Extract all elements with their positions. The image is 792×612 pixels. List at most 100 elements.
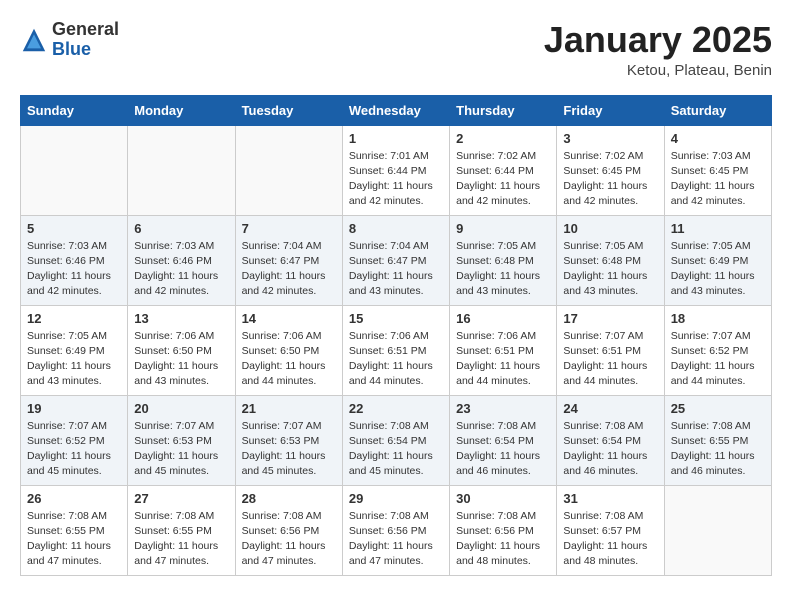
logo: General Blue: [20, 20, 119, 60]
day-info: Sunrise: 7:07 AM Sunset: 6:53 PM Dayligh…: [134, 419, 228, 480]
calendar-cell: 20 Sunrise: 7:07 AM Sunset: 6:53 PM Dayli…: [128, 395, 235, 485]
day-info: Sunrise: 7:06 AM Sunset: 6:50 PM Dayligh…: [134, 329, 228, 390]
calendar-cell: 28 Sunrise: 7:08 AM Sunset: 6:56 PM Dayli…: [235, 485, 342, 575]
day-info: Sunrise: 7:07 AM Sunset: 6:53 PM Dayligh…: [242, 419, 336, 480]
calendar-cell: 31Sunrise: 7:08 AM Sunset: 6:57 PM Dayli…: [557, 485, 664, 575]
calendar-cell: 4 Sunrise: 7:03 AM Sunset: 6:45 PM Daylig…: [664, 125, 771, 215]
week-row-4: 19 Sunrise: 7:07 AM Sunset: 6:52 PM Dayli…: [21, 395, 772, 485]
weekday-header-thursday: Thursday: [450, 95, 557, 125]
day-info: Sunrise: 7:01 AM Sunset: 6:44 PM Dayligh…: [349, 149, 443, 210]
day-number: 15: [349, 311, 443, 326]
day-number: 27: [134, 491, 228, 506]
day-info: Sunrise: 7:05 AM Sunset: 6:49 PM Dayligh…: [671, 239, 765, 300]
calendar-cell: 27 Sunrise: 7:08 AM Sunset: 6:55 PM Dayli…: [128, 485, 235, 575]
logo-text: General Blue: [52, 20, 119, 60]
calendar-cell: [235, 125, 342, 215]
day-info: Sunrise: 7:08 AM Sunset: 6:55 PM Dayligh…: [134, 509, 228, 570]
day-info: Sunrise: 7:03 AM Sunset: 6:46 PM Dayligh…: [134, 239, 228, 300]
calendar-cell: 21 Sunrise: 7:07 AM Sunset: 6:53 PM Dayli…: [235, 395, 342, 485]
calendar-cell: 15Sunrise: 7:06 AM Sunset: 6:51 PM Dayli…: [342, 305, 449, 395]
day-number: 22: [349, 401, 443, 416]
day-info: Sunrise: 7:02 AM Sunset: 6:44 PM Dayligh…: [456, 149, 550, 210]
calendar-cell: 3Sunrise: 7:02 AM Sunset: 6:45 PM Daylig…: [557, 125, 664, 215]
day-number: 21: [242, 401, 336, 416]
day-info: Sunrise: 7:03 AM Sunset: 6:46 PM Dayligh…: [27, 239, 121, 300]
calendar-cell: 19 Sunrise: 7:07 AM Sunset: 6:52 PM Dayli…: [21, 395, 128, 485]
calendar-cell: 30Sunrise: 7:08 AM Sunset: 6:56 PM Dayli…: [450, 485, 557, 575]
calendar-cell: 1 Sunrise: 7:01 AM Sunset: 6:44 PM Daylig…: [342, 125, 449, 215]
weekday-header-tuesday: Tuesday: [235, 95, 342, 125]
day-number: 1: [349, 131, 443, 146]
calendar-cell: [664, 485, 771, 575]
calendar-cell: [128, 125, 235, 215]
calendar-cell: 7Sunrise: 7:04 AM Sunset: 6:47 PM Daylig…: [235, 215, 342, 305]
month-title: January 2025: [544, 20, 772, 60]
day-info: Sunrise: 7:08 AM Sunset: 6:55 PM Dayligh…: [27, 509, 121, 570]
calendar-cell: 16 Sunrise: 7:06 AM Sunset: 6:51 PM Dayli…: [450, 305, 557, 395]
day-number: 31: [563, 491, 657, 506]
day-info: Sunrise: 7:06 AM Sunset: 6:51 PM Dayligh…: [456, 329, 550, 390]
day-info: Sunrise: 7:07 AM Sunset: 6:51 PM Dayligh…: [563, 329, 657, 390]
weekday-header-friday: Friday: [557, 95, 664, 125]
calendar-table: SundayMondayTuesdayWednesdayThursdayFrid…: [20, 95, 772, 576]
day-info: Sunrise: 7:05 AM Sunset: 6:48 PM Dayligh…: [563, 239, 657, 300]
calendar-cell: 10 Sunrise: 7:05 AM Sunset: 6:48 PM Dayli…: [557, 215, 664, 305]
calendar-cell: 18Sunrise: 7:07 AM Sunset: 6:52 PM Dayli…: [664, 305, 771, 395]
day-number: 16: [456, 311, 550, 326]
calendar-cell: 29Sunrise: 7:08 AM Sunset: 6:56 PM Dayli…: [342, 485, 449, 575]
day-number: 13: [134, 311, 228, 326]
day-number: 28: [242, 491, 336, 506]
day-number: 29: [349, 491, 443, 506]
day-number: 6: [134, 221, 228, 236]
page-header: General Blue January 2025 Ketou, Plateau…: [20, 20, 772, 79]
day-info: Sunrise: 7:08 AM Sunset: 6:56 PM Dayligh…: [242, 509, 336, 570]
weekday-header-row: SundayMondayTuesdayWednesdayThursdayFrid…: [21, 95, 772, 125]
day-number: 19: [27, 401, 121, 416]
day-number: 14: [242, 311, 336, 326]
calendar-cell: 9 Sunrise: 7:05 AM Sunset: 6:48 PM Daylig…: [450, 215, 557, 305]
day-info: Sunrise: 7:08 AM Sunset: 6:55 PM Dayligh…: [671, 419, 765, 480]
day-info: Sunrise: 7:08 AM Sunset: 6:54 PM Dayligh…: [456, 419, 550, 480]
day-number: 5: [27, 221, 121, 236]
day-number: 20: [134, 401, 228, 416]
calendar-cell: 5 Sunrise: 7:03 AM Sunset: 6:46 PM Daylig…: [21, 215, 128, 305]
day-number: 11: [671, 221, 765, 236]
day-number: 10: [563, 221, 657, 236]
day-number: 30: [456, 491, 550, 506]
day-info: Sunrise: 7:06 AM Sunset: 6:50 PM Dayligh…: [242, 329, 336, 390]
location-subtitle: Ketou, Plateau, Benin: [544, 62, 772, 79]
day-info: Sunrise: 7:08 AM Sunset: 6:54 PM Dayligh…: [563, 419, 657, 480]
day-info: Sunrise: 7:05 AM Sunset: 6:48 PM Dayligh…: [456, 239, 550, 300]
day-number: 3: [563, 131, 657, 146]
day-number: 4: [671, 131, 765, 146]
calendar-cell: 2 Sunrise: 7:02 AM Sunset: 6:44 PM Daylig…: [450, 125, 557, 215]
day-info: Sunrise: 7:07 AM Sunset: 6:52 PM Dayligh…: [671, 329, 765, 390]
calendar-cell: 12 Sunrise: 7:05 AM Sunset: 6:49 PM Dayli…: [21, 305, 128, 395]
day-number: 12: [27, 311, 121, 326]
day-number: 17: [563, 311, 657, 326]
day-number: 25: [671, 401, 765, 416]
calendar-cell: 8 Sunrise: 7:04 AM Sunset: 6:47 PM Daylig…: [342, 215, 449, 305]
day-info: Sunrise: 7:07 AM Sunset: 6:52 PM Dayligh…: [27, 419, 121, 480]
calendar-cell: 11 Sunrise: 7:05 AM Sunset: 6:49 PM Dayli…: [664, 215, 771, 305]
day-number: 7: [242, 221, 336, 236]
day-number: 8: [349, 221, 443, 236]
day-info: Sunrise: 7:03 AM Sunset: 6:45 PM Dayligh…: [671, 149, 765, 210]
calendar-cell: 23 Sunrise: 7:08 AM Sunset: 6:54 PM Dayli…: [450, 395, 557, 485]
weekday-header-wednesday: Wednesday: [342, 95, 449, 125]
calendar-cell: 13 Sunrise: 7:06 AM Sunset: 6:50 PM Dayli…: [128, 305, 235, 395]
weekday-header-sunday: Sunday: [21, 95, 128, 125]
logo-icon: [20, 26, 48, 54]
week-row-1: 1 Sunrise: 7:01 AM Sunset: 6:44 PM Daylig…: [21, 125, 772, 215]
weekday-header-monday: Monday: [128, 95, 235, 125]
calendar-cell: 26 Sunrise: 7:08 AM Sunset: 6:55 PM Dayli…: [21, 485, 128, 575]
calendar-cell: [21, 125, 128, 215]
day-info: Sunrise: 7:05 AM Sunset: 6:49 PM Dayligh…: [27, 329, 121, 390]
weekday-header-saturday: Saturday: [664, 95, 771, 125]
day-number: 26: [27, 491, 121, 506]
week-row-5: 26 Sunrise: 7:08 AM Sunset: 6:55 PM Dayli…: [21, 485, 772, 575]
day-number: 9: [456, 221, 550, 236]
day-number: 23: [456, 401, 550, 416]
day-info: Sunrise: 7:04 AM Sunset: 6:47 PM Dayligh…: [349, 239, 443, 300]
day-number: 2: [456, 131, 550, 146]
